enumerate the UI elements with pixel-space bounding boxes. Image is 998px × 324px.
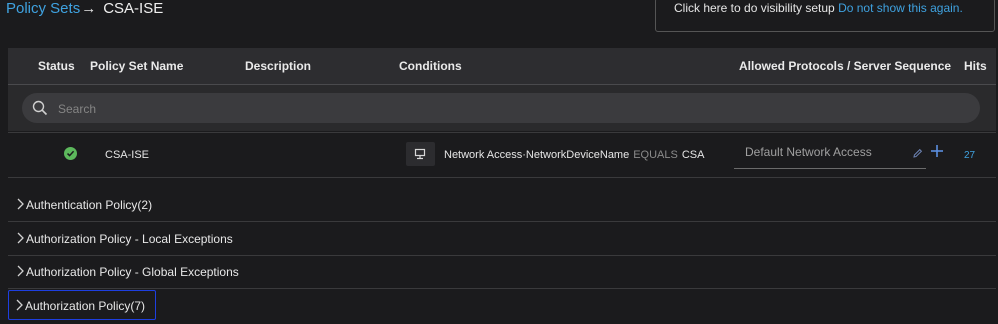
- search-icon: [32, 100, 48, 116]
- search-bar[interactable]: [22, 93, 980, 123]
- section-authorization-global-exceptions[interactable]: Authorization Policy - Global Exceptions: [8, 255, 996, 289]
- search-row: [8, 85, 996, 131]
- section-authentication-policy[interactable]: Authentication Policy(2): [8, 188, 996, 222]
- allowed-protocols-value: Default Network Access: [745, 145, 872, 159]
- section-authorization-policy-row: Authorization Policy(7): [8, 290, 996, 323]
- page-title: CSA-ISE: [103, 0, 164, 17]
- condition-attribute: Network Access·NetworkDeviceName: [444, 149, 630, 161]
- breadcrumb-arrow: →: [81, 0, 97, 17]
- column-header-allowed-protocols[interactable]: Allowed Protocols / Server Sequence: [739, 59, 951, 73]
- chevron-right-icon: [17, 198, 24, 210]
- plus-icon[interactable]: [930, 144, 944, 158]
- section-label: Authorization Policy - Global Exceptions: [26, 265, 239, 279]
- hits-count[interactable]: 27: [964, 150, 975, 161]
- section-label: Authentication Policy(2): [26, 198, 153, 212]
- condition-value: CSA: [681, 149, 705, 161]
- table-header: Status Policy Set Name Description Condi…: [8, 48, 996, 85]
- visibility-setup-notice: Click here to do visibility setup Do not…: [655, 0, 995, 32]
- allowed-protocols-select[interactable]: Default Network Access: [734, 136, 926, 169]
- chevron-right-icon: [17, 232, 24, 244]
- section-label: Authorization Policy(7): [25, 299, 146, 313]
- section-label: Authorization Policy - Local Exceptions: [26, 232, 233, 246]
- section-authorization-policy[interactable]: Authorization Policy(7): [8, 290, 156, 320]
- status-enabled-icon: [64, 147, 77, 160]
- column-header-conditions[interactable]: Conditions: [399, 59, 462, 73]
- condition-expression[interactable]: Network Access·NetworkDeviceName EQUALS CS…: [444, 149, 704, 161]
- chevron-right-icon: [17, 265, 24, 277]
- section-authorization-local-exceptions[interactable]: Authorization Policy - Local Exceptions: [8, 222, 996, 256]
- condition-operator: EQUALS: [633, 149, 678, 161]
- policy-set-row[interactable]: CSA-ISE Network Access·NetworkDeviceName…: [8, 132, 996, 178]
- policy-set-name[interactable]: CSA-ISE: [105, 149, 149, 161]
- pencil-icon[interactable]: [912, 148, 923, 159]
- breadcrumb: Policy Sets→ CSA-ISE: [6, 0, 163, 20]
- search-input[interactable]: [56, 98, 960, 120]
- visibility-setup-link[interactable]: Click here to do visibility setup: [674, 1, 835, 15]
- column-header-hits[interactable]: Hits: [964, 59, 987, 73]
- do-not-show-again-link[interactable]: Do not show this again.: [838, 1, 963, 15]
- column-header-status[interactable]: Status: [38, 59, 75, 73]
- column-header-policy-set-name[interactable]: Policy Set Name: [90, 59, 183, 73]
- network-device-icon[interactable]: [406, 142, 435, 166]
- breadcrumb-policy-sets-link[interactable]: Policy Sets: [6, 0, 80, 17]
- chevron-right-icon: [16, 299, 23, 311]
- column-header-description[interactable]: Description: [245, 59, 311, 73]
